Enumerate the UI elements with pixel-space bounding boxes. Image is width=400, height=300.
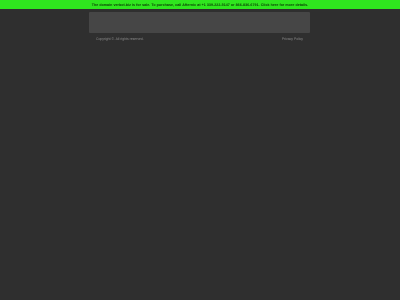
privacy-policy-link[interactable]: Privacy Policy bbox=[282, 37, 303, 41]
for-sale-banner[interactable]: The domain verbot.biz is for sale. To pu… bbox=[0, 0, 400, 9]
for-sale-banner-text[interactable]: The domain verbot.biz is for sale. To pu… bbox=[92, 3, 309, 7]
content-panel bbox=[89, 12, 310, 33]
copyright-text: Copyright ©. All rights reserved. bbox=[96, 37, 144, 41]
